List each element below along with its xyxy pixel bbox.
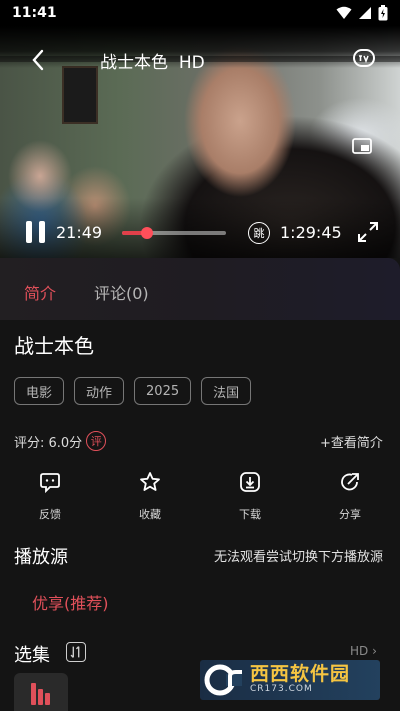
feedback-label: 反馈: [39, 508, 61, 521]
wifi-icon: [336, 6, 352, 19]
action-bar: 反馈 收藏 下载 分享: [0, 470, 400, 524]
fullscreen-icon[interactable]: [356, 220, 380, 244]
chevron-right-icon: ›: [372, 644, 377, 658]
video-player[interactable]: 战士本色 HD 21:49 跳 1:29:45: [0, 26, 400, 258]
watermark-text: 西西软件园 CR173.COM: [250, 663, 351, 695]
scene-blackboard: [62, 66, 98, 124]
tag-year[interactable]: 2025: [134, 377, 192, 405]
skip-icon: 跳: [253, 227, 265, 240]
total-time: 1:29:45: [280, 223, 342, 242]
status-time: 11:41: [12, 5, 57, 21]
tv-cast-icon[interactable]: [352, 46, 376, 70]
tag-genre[interactable]: 电影: [14, 377, 65, 405]
status-bar: 11:41: [0, 0, 400, 26]
status-icons: [336, 5, 388, 21]
source-heading: 播放源: [14, 547, 68, 568]
episodes-heading: 选集: [14, 645, 50, 666]
video-title: 战士本色 HD: [100, 48, 205, 73]
favorite-label: 收藏: [139, 508, 161, 521]
watermark-cr-icon: [200, 660, 250, 700]
detail-tabs: 简介 评论(0): [0, 258, 400, 320]
share-icon: [341, 473, 359, 491]
quality-selector[interactable]: HD ›: [350, 644, 377, 658]
back-button[interactable]: [26, 48, 50, 72]
rating-badge[interactable]: 评: [86, 431, 107, 451]
download-icon: [240, 472, 260, 492]
pause-button[interactable]: [26, 221, 46, 243]
star-icon: [140, 472, 160, 491]
download-button[interactable]: 下载: [220, 470, 280, 522]
chevron-left-icon: [32, 49, 44, 71]
skip-intro-button[interactable]: 跳: [248, 222, 270, 244]
quality-label: HD: [350, 644, 369, 658]
seek-bar-thumb[interactable]: [140, 227, 153, 239]
share-label: 分享: [339, 508, 361, 521]
tag-list: 电影 动作 2025 法国: [14, 377, 252, 405]
watermark-logo: 西西软件园 CR173.COM: [200, 660, 380, 700]
feedback-button[interactable]: 反馈: [20, 470, 80, 522]
download-label: 下载: [239, 508, 261, 521]
playing-bars-icon: [45, 693, 50, 705]
sort-icon[interactable]: [66, 642, 86, 662]
favorite-button[interactable]: 收藏: [120, 470, 180, 522]
tag-region[interactable]: 法国: [201, 377, 252, 405]
view-intro-link[interactable]: +查看简介: [320, 432, 383, 451]
playing-bars-icon: [38, 689, 43, 705]
video-quality-badge: HD: [178, 53, 205, 73]
tab-intro[interactable]: 简介: [24, 280, 56, 304]
seek-bar[interactable]: [122, 227, 226, 239]
feedback-icon: [40, 473, 60, 494]
player-controls: 21:49 跳 1:29:45: [0, 216, 400, 250]
signal-icon: [359, 7, 371, 19]
episode-card[interactable]: [14, 673, 68, 711]
share-button[interactable]: 分享: [320, 470, 380, 522]
rating: 评分: 6.0分 评: [14, 431, 107, 451]
watermark-domain: CR173.COM: [250, 684, 313, 695]
picture-in-picture-icon[interactable]: [352, 138, 372, 156]
playing-bars-icon: [31, 683, 36, 705]
video-title-text: 战士本色: [100, 53, 168, 73]
battery-icon: [378, 5, 388, 21]
current-time: 21:49: [56, 223, 103, 242]
source-item-youxiang[interactable]: 优享(推荐): [32, 590, 109, 614]
tag-category[interactable]: 动作: [74, 377, 125, 405]
source-hint: 无法观看尝试切换下方播放源: [214, 550, 384, 565]
movie-title: 战士本色: [14, 334, 94, 358]
tab-comments[interactable]: 评论(0): [94, 280, 149, 304]
rating-label: 评分: 6.0分: [14, 435, 83, 451]
watermark-brand: 西西软件园: [250, 663, 351, 686]
